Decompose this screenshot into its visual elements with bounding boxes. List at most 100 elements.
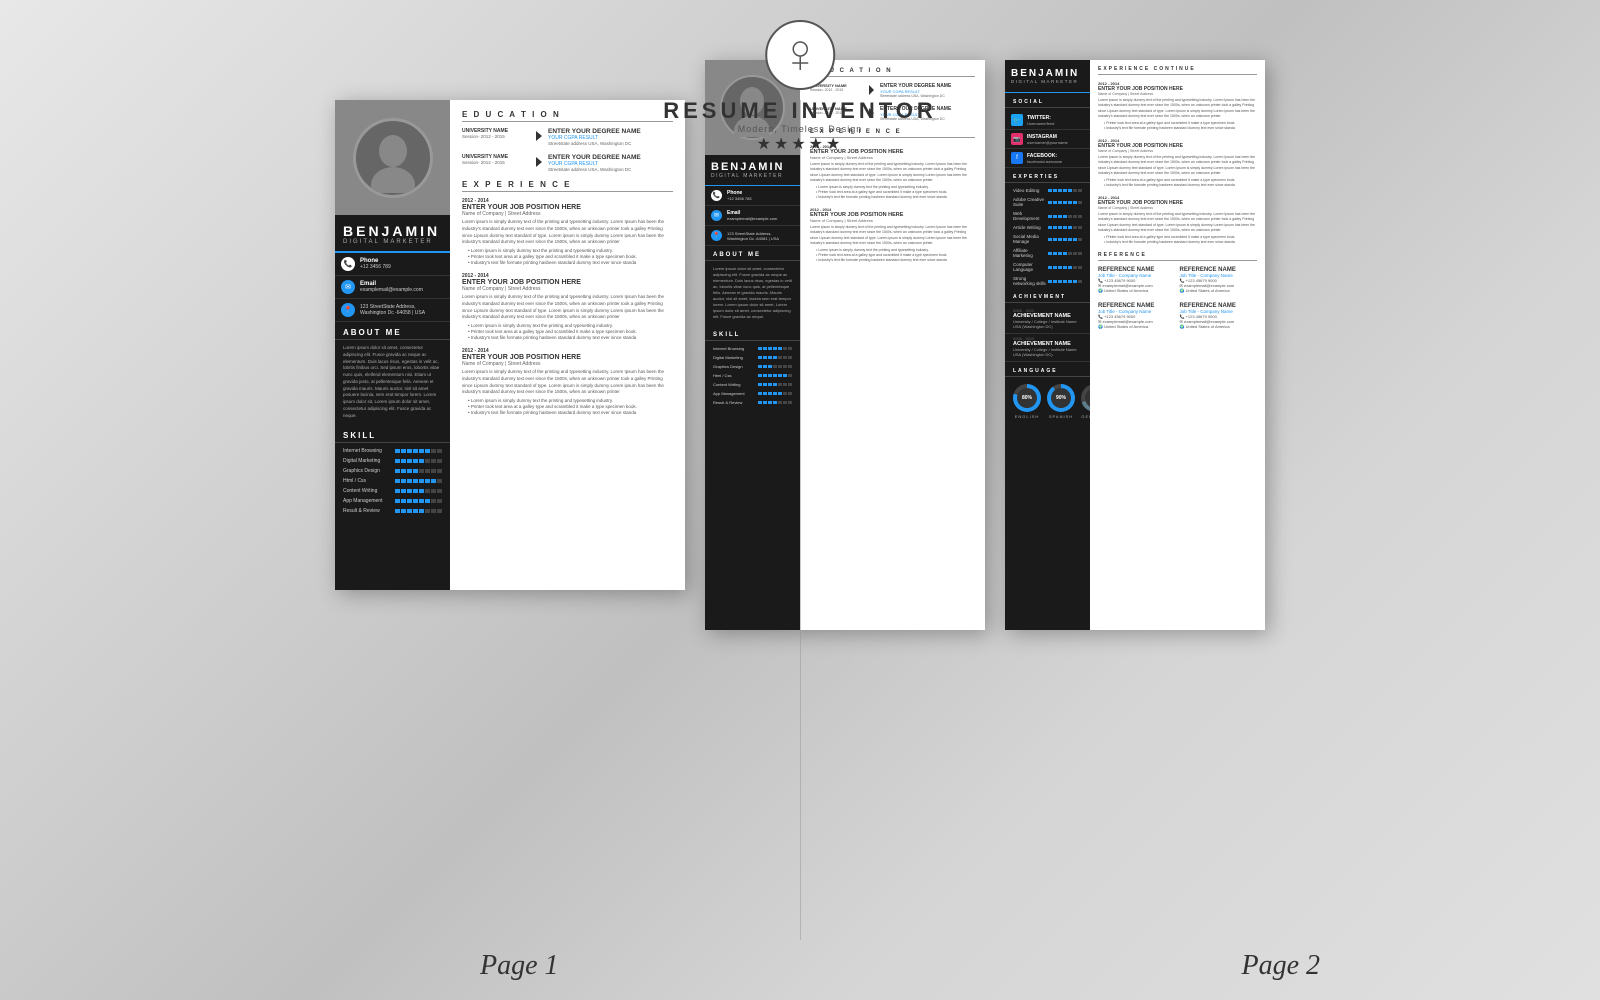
center-skills-title: SKILL xyxy=(705,326,800,341)
center-skill-6: App Management xyxy=(705,389,800,398)
exp-social: Social Media Manage xyxy=(1005,232,1090,246)
achievement-title: ACHIEVMENT xyxy=(1005,288,1090,303)
about-text: Lorem ipsum dolor sit amet, consectetur … xyxy=(335,343,450,425)
center-email-icon: ✉ xyxy=(711,210,722,221)
center-address-icon: 📍 xyxy=(711,230,722,241)
p2-exp-3: 2012 - 2014 ENTER YOUR JOB POSITION HERE… xyxy=(1098,195,1257,244)
ref-3: REFERENCE NAME Job Title - Company Name … xyxy=(1098,303,1176,329)
center-title: DIGITAL MARKETER xyxy=(711,173,794,179)
edu-arrow-icon xyxy=(536,131,542,141)
phone-icon: 📞 xyxy=(341,257,355,271)
exp-affiliate: Affiliate Marketing xyxy=(1005,246,1090,260)
achieve-2: 2008 - 2010 ACHIEVEMENT NAME University … xyxy=(1005,334,1090,362)
center-address: 📍 123 StreetState Address, Washington Dc… xyxy=(705,226,800,246)
p2-exp-1: 2012 - 2014 ENTER YOUR JOB POSITION HERE… xyxy=(1098,81,1257,130)
center-skill-3: Graphics Design xyxy=(705,362,800,371)
twitter-icon: 🐦 xyxy=(1011,114,1023,126)
center-exp-2: 2012 - 2014 ENTER YOUR JOB POSITION HERE… xyxy=(810,207,975,262)
photo-circle xyxy=(353,118,433,198)
skills-list: Internet Browsing Digital Marketing Grap… xyxy=(335,446,450,516)
brand-logo xyxy=(765,20,835,90)
edu-title: E D U C A T I O N xyxy=(462,110,673,122)
resume-page-1: BENJAMIN DIGITAL MARKETER 📞 Phone +12 34… xyxy=(335,100,685,590)
exp-item-2: 2012 - 2014 ENTER YOUR JOB POSITION HERE… xyxy=(462,273,673,340)
lang-spanish: 90% SPANISH xyxy=(1047,384,1075,419)
address-icon: 📍 xyxy=(341,303,355,317)
photo-area xyxy=(335,100,450,215)
exp-networking: Strong networking skills xyxy=(1005,274,1090,288)
page2-name-area: BENJAMIN DIGITAL MARKETER xyxy=(1005,60,1090,93)
ref-4: REFERENCE NAME Job Title - Company Name … xyxy=(1180,303,1258,329)
page1-sidebar: BENJAMIN DIGITAL MARKETER 📞 Phone +12 34… xyxy=(335,100,450,590)
skill-graphics: Graphics Design xyxy=(335,466,450,476)
exp-title: E X P E R I E N C E xyxy=(462,180,673,192)
social-title: SOCIAL xyxy=(1005,93,1090,108)
edu-item-2: UNIVERSITY NAME Session- 2012 - 2015 ENT… xyxy=(462,154,673,172)
contact-address: 📍 123 StreetState Address, Washington Dc… xyxy=(335,299,450,322)
ref-1: REFERENCE NAME Job Title - Company Name … xyxy=(1098,267,1176,293)
instagram-icon: 📷 xyxy=(1011,133,1023,145)
page2-sidebar: BENJAMIN DIGITAL MARKETER SOCIAL 🐦 TWITT… xyxy=(1005,60,1090,630)
resume-name: BENJAMIN xyxy=(343,223,442,239)
edu-item-1: UNIVERSITY NAME Session- 2012 - 2015 ENT… xyxy=(462,128,673,146)
ref-grid: REFERENCE NAME Job Title - Company Name … xyxy=(1098,267,1257,335)
center-phone: 📞 Phone +12 3456 785 xyxy=(705,186,800,206)
center-phone-icon: 📞 xyxy=(711,190,722,201)
lang-circles: 80% ENGLISH 90% SPANISH 70% GERMANY xyxy=(1005,380,1090,423)
center-skill-5: Content Writing xyxy=(705,380,800,389)
skill-internet: Internet Browsing xyxy=(335,446,450,456)
page2-content: EXPERIENCE CONTINUE 2012 - 2014 ENTER YO… xyxy=(1090,60,1265,630)
lang-english: 80% ENGLISH xyxy=(1013,384,1041,419)
skill-app: App Management xyxy=(335,496,450,506)
page-label-1: Page 1 xyxy=(480,950,559,982)
center-skill-4: Html / Css xyxy=(705,371,800,380)
page2-name: BENJAMIN xyxy=(1011,68,1084,79)
contact-email: ✉ Email examplemail@example.com xyxy=(335,276,450,299)
center-skill-1: Internet Browsing xyxy=(705,344,800,353)
exp-computer: Computer Language xyxy=(1005,260,1090,274)
center-email: ✉ Email examplemail@example.com xyxy=(705,206,800,226)
center-skill-7: Result & Review xyxy=(705,398,800,407)
center-about-title: ABOUT ME xyxy=(705,246,800,261)
brand-area: RESUME INVENTOR Modern, Timeless Design … xyxy=(663,20,937,154)
phone-value: +12 3456 789 xyxy=(360,264,391,270)
name-area: BENJAMIN DIGITAL MARKETER xyxy=(335,215,450,253)
facebook-icon: f xyxy=(1011,152,1023,164)
skill-html: Html / Css xyxy=(335,476,450,486)
page2-title: DIGITAL MARKETER xyxy=(1011,79,1084,84)
skill-result: Result & Review xyxy=(335,506,450,516)
center-divider xyxy=(800,100,801,940)
brand-tagline: Modern, Timeless Design xyxy=(663,124,937,134)
exp-article: Article Writing xyxy=(1005,223,1090,232)
about-title: ABOUT ME xyxy=(335,322,450,340)
brand-name: RESUME INVENTOR xyxy=(663,98,937,124)
resume-page-2: BENJAMIN DIGITAL MARKETER SOCIAL 🐦 TWITT… xyxy=(1005,60,1265,630)
center-name-area: BENJAMIN DIGITAL MARKETER xyxy=(705,155,800,186)
email-icon: ✉ xyxy=(341,280,355,294)
p2-exp-2: 2012 - 2014 ENTER YOUR JOB POSITION HERE… xyxy=(1098,138,1257,187)
address-line2: Washington Dc -64058 | USA xyxy=(360,310,425,316)
brand-stars: ★★★★★ xyxy=(663,134,937,154)
page1-content: E D U C A T I O N UNIVERSITY NAME Sessio… xyxy=(450,100,685,590)
page-label-2: Page 2 xyxy=(1241,950,1320,982)
ref-title: REFERENCE xyxy=(1098,252,1257,261)
contact-phone: 📞 Phone +12 3456 789 xyxy=(335,253,450,276)
exp-video: Video Editing xyxy=(1005,186,1090,195)
language-title: LANGUAGE xyxy=(1005,362,1090,377)
exp-item-1: 2012 - 2014 ENTER YOUR JOB POSITION HERE… xyxy=(462,198,673,265)
email-value: examplemail@example.com xyxy=(360,287,423,293)
social-instagram: 📷 INSTAGRAM username/@yourname xyxy=(1005,130,1090,149)
exp-item-3: 2012 - 2014 ENTER YOUR JOB POSITION HERE… xyxy=(462,348,673,415)
edu-arrow-icon-2 xyxy=(536,157,542,167)
skills-title: SKILL xyxy=(335,425,450,443)
center-name: BENJAMIN xyxy=(711,161,794,173)
skill-digital: Digital Marketing xyxy=(335,456,450,466)
exp-web: Web Development xyxy=(1005,209,1090,223)
center-skill-2: Digital Marketing xyxy=(705,353,800,362)
social-twitter: 🐦 TWITTER: Username/feed xyxy=(1005,111,1090,130)
ref-2: REFERENCE NAME Job Title - Company Name … xyxy=(1180,267,1258,293)
achieve-1: 2008 - 2010 ACHIEVEMENT NAME University … xyxy=(1005,306,1090,334)
social-facebook: f FACEBOOK: facebook/username xyxy=(1005,149,1090,168)
center-about-text: Lorem ipsum dolor sit amet, consectetur … xyxy=(705,264,800,326)
skill-content: Content Writing xyxy=(335,486,450,496)
